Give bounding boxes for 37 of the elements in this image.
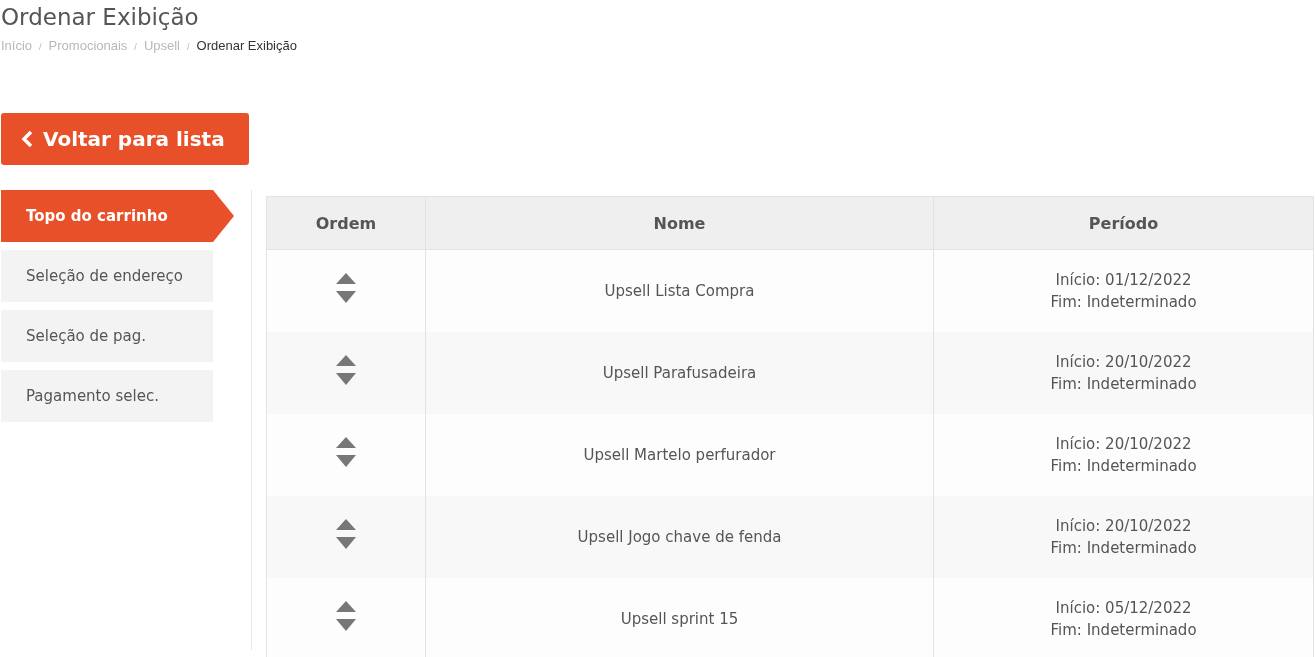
- table-cell: Upsell Jogo chave de fenda: [577, 528, 782, 546]
- start-date: Início: 20/10/2022: [1055, 517, 1192, 535]
- current-page-label: Ordenar Exibição: [196, 38, 297, 53]
- back-button[interactable]: Voltar para lista: [1, 113, 249, 165]
- chevron-left-icon: [21, 130, 33, 148]
- sidebar-tab[interactable]: Seleção de pag.: [1, 310, 213, 362]
- sidebar-tab[interactable]: Topo do carrinho: [1, 190, 234, 242]
- start-date: Início: 01/12/2022: [1055, 271, 1192, 289]
- end-date: Fim: Indeterminado: [1050, 293, 1197, 311]
- sort-arrows-icon[interactable]: [335, 601, 356, 633]
- sort-arrows-icon[interactable]: [335, 519, 356, 551]
- start-date: Início: 05/12/2022: [1055, 599, 1192, 617]
- sort-arrows-icon[interactable]: [335, 437, 356, 469]
- end-date: Fim: Indeterminado: [1050, 457, 1197, 475]
- breadcrumb-link[interactable]: Promocionais: [48, 38, 128, 53]
- start-date: Início: 20/10/2022: [1055, 353, 1192, 371]
- sort-arrows-icon[interactable]: [335, 273, 356, 305]
- slash-divider: /: [39, 42, 42, 52]
- column-header: Ordem: [266, 196, 426, 250]
- table-cell: Upsell Parafusadeira: [602, 364, 757, 382]
- end-date: Fim: Indeterminado: [1050, 539, 1197, 557]
- table-cell: Upsell sprint 15: [620, 610, 739, 628]
- end-date: Fim: Indeterminado: [1050, 621, 1197, 639]
- table-cell: Upsell Martelo perfurador: [583, 446, 776, 464]
- slash-divider: /: [187, 42, 190, 52]
- page-title: Ordenar Exibição: [1, 3, 200, 32]
- sidebar-tab[interactable]: Pagamento selec.: [1, 370, 213, 422]
- end-date: Fim: Indeterminado: [1050, 375, 1197, 393]
- column-header: Período: [933, 196, 1314, 250]
- column-header: Nome: [425, 196, 934, 250]
- breadcrumb-link[interactable]: Upsell: [143, 38, 180, 53]
- start-date: Início: 20/10/2022: [1055, 435, 1192, 453]
- sidebar-tab[interactable]: Seleção de endereço: [1, 250, 213, 302]
- sort-arrows-icon[interactable]: [335, 355, 356, 387]
- slash-divider: /: [134, 42, 137, 52]
- breadcrumb-link[interactable]: Início: [1, 38, 33, 53]
- table-cell: Upsell Lista Compra: [604, 282, 755, 300]
